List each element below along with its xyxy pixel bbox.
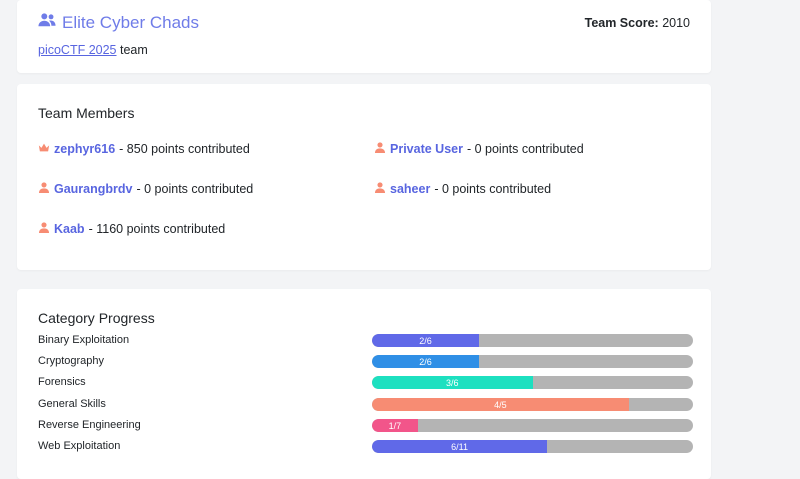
member-link[interactable]: saheer xyxy=(390,182,430,196)
user-icon xyxy=(374,142,386,156)
member-points: - 1160 points contributed xyxy=(88,222,226,236)
team-name: Elite Cyber Chads xyxy=(62,12,200,32)
team-score-value: 2010 xyxy=(658,16,690,30)
category-label: Cryptography xyxy=(38,355,105,367)
progress-fill: 2/6 xyxy=(372,334,479,347)
category-row: Cryptography 2/6 xyxy=(38,354,693,370)
member-points: - 0 points contributed xyxy=(136,182,254,196)
team-members-card: Team Members zephyr616 - 850 points cont… xyxy=(17,84,711,270)
category-label: Web Exploitation xyxy=(38,440,121,452)
member-item: zephyr616 - 850 points contributed xyxy=(38,142,250,156)
crown-icon xyxy=(38,142,50,156)
category-progress-heading: Category Progress xyxy=(38,310,155,326)
progress-fill: 6/11 xyxy=(372,440,548,453)
team-subtitle: picoCTF 2025 team xyxy=(38,43,148,57)
member-points: - 0 points contributed xyxy=(466,142,584,156)
team-title: Elite Cyber Chads xyxy=(38,12,199,33)
user-icon xyxy=(38,222,50,236)
member-item: Kaab - 1160 points contributed xyxy=(38,222,225,236)
event-link[interactable]: picoCTF 2025 xyxy=(38,43,117,57)
member-item: Private User - 0 points contributed xyxy=(374,142,584,156)
progress-bar: 4/5 xyxy=(372,398,693,411)
progress-bar: 1/7 xyxy=(372,419,693,432)
category-label: Forensics xyxy=(38,376,86,388)
member-link[interactable]: Private User xyxy=(390,142,463,156)
team-score-label: Team Score: xyxy=(584,16,659,30)
progress-fill: 3/6 xyxy=(372,376,533,389)
category-label: Reverse Engineering xyxy=(38,419,141,431)
progress-bar: 2/6 xyxy=(372,334,693,347)
progress-fill: 2/6 xyxy=(372,355,479,368)
member-link[interactable]: zephyr616 xyxy=(54,142,115,156)
progress-fill: 4/5 xyxy=(372,398,629,411)
progress-bar: 6/11 xyxy=(372,440,693,453)
team-members-heading: Team Members xyxy=(38,105,135,121)
category-row: Forensics 3/6 xyxy=(38,375,693,391)
category-label: Binary Exploitation xyxy=(38,334,130,346)
team-card: Elite Cyber Chads picoCTF 2025 team Team… xyxy=(17,0,711,73)
member-points: - 850 points contributed xyxy=(119,142,250,156)
users-icon xyxy=(38,12,56,33)
user-icon xyxy=(38,182,50,196)
member-item: Gaurangbrdv - 0 points contributed xyxy=(38,182,253,196)
category-row: General Skills 4/5 xyxy=(38,397,693,413)
progress-bar: 3/6 xyxy=(372,376,693,389)
member-link[interactable]: Kaab xyxy=(54,222,85,236)
member-item: saheer - 0 points contributed xyxy=(374,182,551,196)
event-suffix: team xyxy=(116,43,148,57)
progress-bar: 2/6 xyxy=(372,355,693,368)
progress-fill: 1/7 xyxy=(372,419,418,432)
team-score: Team Score: 2010 xyxy=(585,16,690,30)
member-link[interactable]: Gaurangbrdv xyxy=(54,182,133,196)
category-row: Web Exploitation 6/11 xyxy=(38,439,693,455)
category-row: Reverse Engineering 1/7 xyxy=(38,418,693,434)
member-points: - 0 points contributed xyxy=(434,182,552,196)
category-row: Binary Exploitation 2/6 xyxy=(38,333,693,349)
user-icon xyxy=(374,182,386,196)
category-progress-card: Category Progress Binary Exploitation 2/… xyxy=(17,289,711,479)
category-label: General Skills xyxy=(38,398,106,410)
